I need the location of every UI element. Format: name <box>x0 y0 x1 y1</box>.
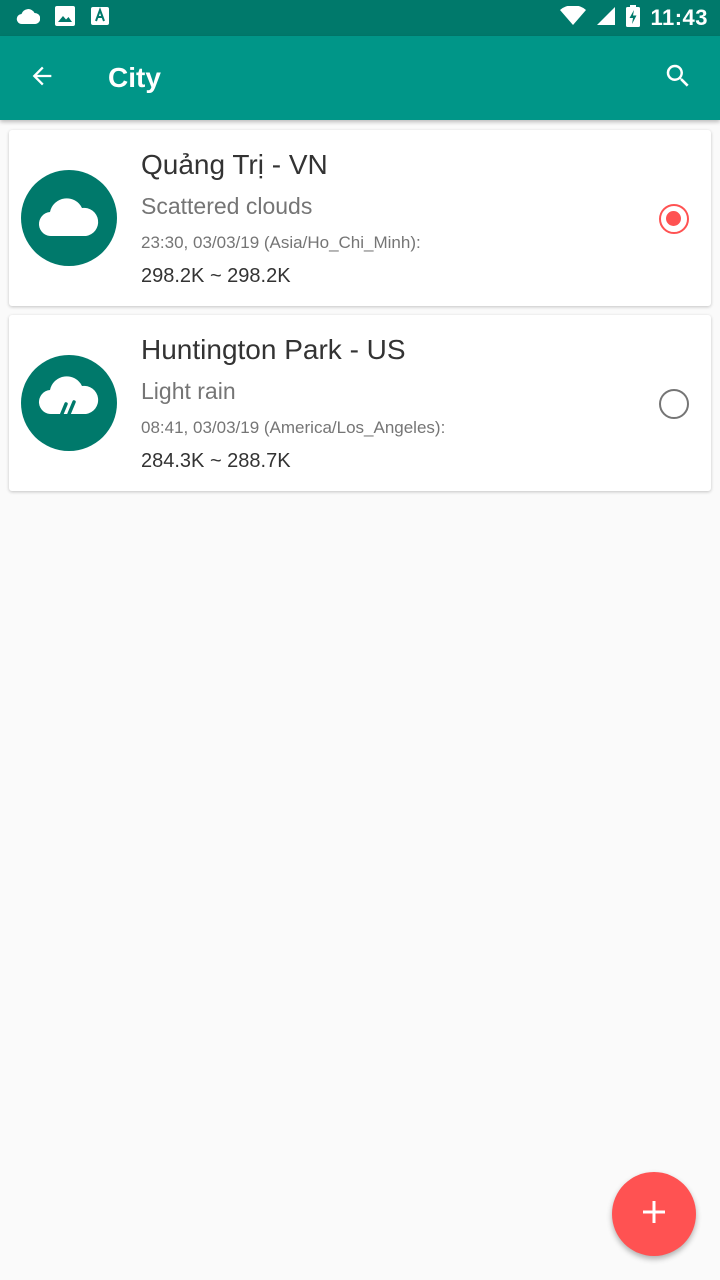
add-city-button[interactable] <box>612 1172 696 1256</box>
plus-icon <box>641 1199 667 1230</box>
page-title: City <box>108 62 161 93</box>
battery-charging-icon <box>626 4 641 32</box>
status-system-icons: 11:43 <box>550 4 708 32</box>
status-time: 11:43 <box>650 5 708 30</box>
city-info: Huntington Park - US Light rain 08:41, 0… <box>141 333 641 473</box>
weather-avatar <box>21 355 117 451</box>
weather-description: Scattered clouds <box>141 193 313 219</box>
city-list: Quảng Trị - VN Scattered clouds 23:30, 0… <box>9 130 711 500</box>
temperature-range: 284.3K ~ 288.7K <box>141 450 291 472</box>
signal-icon <box>596 6 616 31</box>
search-button[interactable] <box>636 36 720 120</box>
status-bar: 11:43 <box>0 0 720 36</box>
back-button[interactable] <box>0 36 84 120</box>
wifi-icon <box>560 4 587 31</box>
app-bar: City <box>0 36 720 120</box>
weather-avatar <box>21 170 117 266</box>
city-select-radio[interactable] <box>659 389 689 419</box>
image-icon <box>54 5 76 32</box>
temperature-range: 298.2K ~ 298.2K <box>141 265 291 287</box>
city-list-item[interactable]: Quảng Trị - VN Scattered clouds 23:30, 0… <box>9 130 711 306</box>
search-icon <box>663 61 693 96</box>
local-time: 08:41, 03/03/19 (America/Los_Angeles): <box>141 418 446 437</box>
city-list-item[interactable]: Huntington Park - US Light rain 08:41, 0… <box>9 315 711 491</box>
arrow-left-icon <box>28 62 56 95</box>
city-name: Huntington Park - US <box>141 334 406 365</box>
font-icon <box>90 6 110 31</box>
weather-description: Light rain <box>141 378 236 404</box>
cloud-icon <box>38 194 100 243</box>
cloud-icon <box>16 7 41 30</box>
city-info: Quảng Trị - VN Scattered clouds 23:30, 0… <box>141 148 641 288</box>
status-notification-icons <box>16 5 124 32</box>
city-name: Quảng Trị - VN <box>141 149 328 180</box>
local-time: 23:30, 03/03/19 (Asia/Ho_Chi_Minh): <box>141 233 421 252</box>
city-select-radio[interactable] <box>659 204 689 234</box>
rain-cloud-icon <box>38 375 100 431</box>
